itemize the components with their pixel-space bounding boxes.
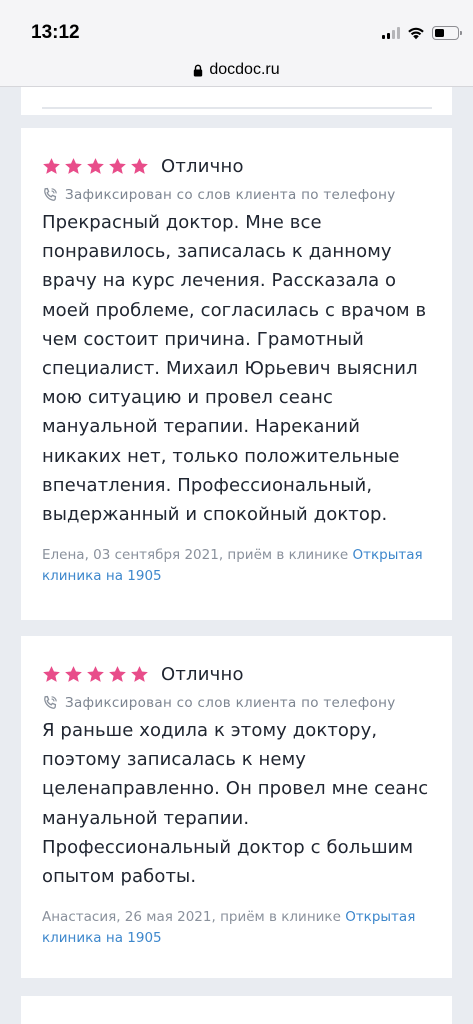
rating-label: Отлично (161, 663, 244, 685)
review-card: Отлично Зафиксирован со слов клиента по … (21, 128, 452, 620)
rating-label: Отлично (161, 155, 244, 177)
phone-icon (44, 695, 57, 709)
review-source: Зафиксирован со слов клиента по телефону (42, 694, 432, 712)
status-time: 13:12 (31, 22, 80, 43)
review-meta: Анастасия, 26 мая 2021, приём в клинике … (42, 907, 432, 949)
review-source: Зафиксирован со слов клиента по телефону (42, 186, 432, 204)
review-text: Я раньше ходила к этому доктору, поэтому… (42, 720, 429, 888)
source-text: Зафиксирован со слов клиента по телефону (65, 187, 396, 203)
url-text[interactable]: docdoc.ru (209, 61, 279, 79)
battery-icon (432, 26, 462, 40)
star-icon (131, 157, 148, 174)
wifi-icon (408, 27, 424, 40)
review-card: Отлично Зафиксирован со слов клиента по … (21, 636, 452, 978)
star-icon (109, 665, 126, 682)
review-author-date: Анастасия, 26 мая 2021, приём в клинике (42, 909, 346, 926)
review-meta: Елена, 03 сентября 2021, приём в клинике… (42, 545, 432, 587)
star-icon (109, 157, 126, 174)
rating-row: Отлично (42, 154, 432, 178)
status-bar: 13:12 (0, 0, 473, 54)
phone-icon (44, 187, 57, 201)
star-icon (65, 157, 82, 174)
review-text: Прекрасный доктор. Мне все понравилось, … (42, 212, 427, 526)
card-divider (42, 107, 432, 109)
review-author-date: Елена, 03 сентября 2021, приём в клинике (42, 547, 353, 564)
signal-icon (382, 27, 400, 39)
next-review-card (21, 996, 452, 1024)
star-icon (131, 665, 148, 682)
star-icon (87, 157, 104, 174)
star-icon (87, 665, 104, 682)
lock-icon (194, 64, 203, 76)
rating-stars (42, 665, 149, 684)
star-icon (65, 665, 82, 682)
rating-stars (42, 157, 149, 176)
source-text: Зафиксирован со слов клиента по телефону (65, 695, 396, 711)
previous-review-card (21, 87, 452, 115)
status-icons (382, 25, 462, 41)
rating-row: Отлично (42, 662, 432, 686)
star-icon (43, 665, 60, 682)
star-icon (43, 157, 60, 174)
address-bar[interactable]: docdoc.ru (0, 54, 473, 87)
